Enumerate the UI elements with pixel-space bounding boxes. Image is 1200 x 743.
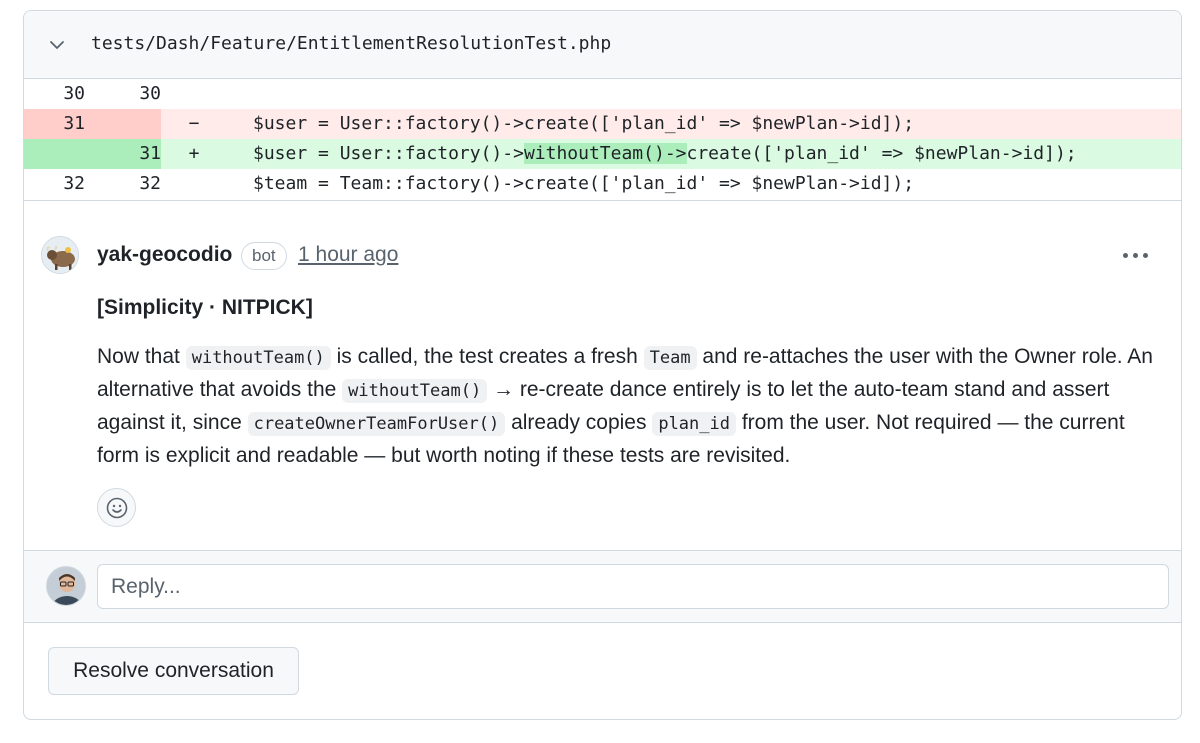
- yak-avatar-icon: [42, 237, 78, 273]
- kebab-horizontal-icon[interactable]: [1121, 251, 1151, 261]
- code-line: $user = User::factory()->withoutTeam()->…: [253, 139, 1077, 169]
- chevron-down-icon[interactable]: [48, 36, 66, 54]
- review-thread: tests/Dash/Feature/EntitlementResolution…: [23, 10, 1182, 720]
- diff-line-deletion: 31 − $user = User::factory()->create(['p…: [24, 109, 1181, 139]
- avatar[interactable]: [46, 566, 86, 606]
- review-comment: yak-geocodio bot 1 hour ago [Simplicity …: [24, 200, 1181, 550]
- body-text: is called, the test creates a fresh: [330, 345, 644, 368]
- user-avatar-icon: [47, 567, 85, 605]
- inline-code: withoutTeam(): [342, 379, 488, 403]
- file-path[interactable]: tests/Dash/Feature/EntitlementResolution…: [91, 33, 611, 54]
- new-line-number[interactable]: 32: [85, 169, 161, 199]
- code-text-highlight: withoutTeam()->: [523, 143, 687, 164]
- diff-line-addition: 31 + $user = User::factory()->withoutTea…: [24, 139, 1181, 169]
- code-text: $team = Team::factory()->create(['plan_i…: [253, 173, 915, 194]
- inline-code: createOwnerTeamForUser(): [247, 412, 506, 436]
- diff-sign: −: [188, 113, 200, 134]
- add-reaction-button[interactable]: [97, 488, 136, 527]
- reply-bar: [24, 550, 1181, 623]
- diff-hunk: 30 30 31 − $user = User::factory()->crea…: [24, 79, 1181, 199]
- inline-code: withoutTeam(): [185, 346, 331, 370]
- old-line-number[interactable]: 32: [24, 169, 85, 199]
- code-text: $user = User::factory()->create(['plan_i…: [253, 113, 915, 134]
- old-line-number[interactable]: 31: [24, 109, 85, 139]
- resolve-conversation-button[interactable]: Resolve conversation: [48, 647, 299, 695]
- bot-badge: bot: [241, 242, 287, 270]
- body-text: already copies: [505, 411, 653, 434]
- body-text: Now that: [97, 345, 186, 368]
- avatar[interactable]: [41, 236, 79, 274]
- diff-sign: +: [188, 143, 200, 164]
- code-text: create(['plan_id' => $newPlan->id]);: [686, 143, 1077, 164]
- new-line-number[interactable]: [85, 109, 161, 139]
- comment-timestamp[interactable]: 1 hour ago: [298, 243, 398, 267]
- diff-line: 30 30: [24, 79, 1181, 109]
- file-header: tests/Dash/Feature/EntitlementResolution…: [24, 11, 1181, 79]
- code-line: $user = User::factory()->create(['plan_i…: [253, 109, 914, 139]
- inline-code: plan_id: [652, 412, 736, 436]
- inline-code: Team: [643, 346, 697, 370]
- comment-author[interactable]: yak-geocodio: [97, 243, 232, 267]
- code-text: $user = User::factory()->: [253, 143, 524, 164]
- new-line-number[interactable]: 31: [85, 139, 161, 169]
- reply-input[interactable]: [97, 564, 1169, 609]
- old-line-number[interactable]: 30: [24, 79, 85, 109]
- old-line-number[interactable]: [24, 139, 85, 169]
- comment-body: Now that withoutTeam() is called, the te…: [97, 341, 1167, 472]
- comment-tag: [Simplicity · NITPICK]: [97, 296, 313, 319]
- code-line: $team = Team::factory()->create(['plan_i…: [253, 169, 914, 199]
- smiley-icon: [106, 497, 128, 519]
- new-line-number[interactable]: 30: [85, 79, 161, 109]
- diff-line: 32 32 $team = Team::factory()->create(['…: [24, 169, 1181, 199]
